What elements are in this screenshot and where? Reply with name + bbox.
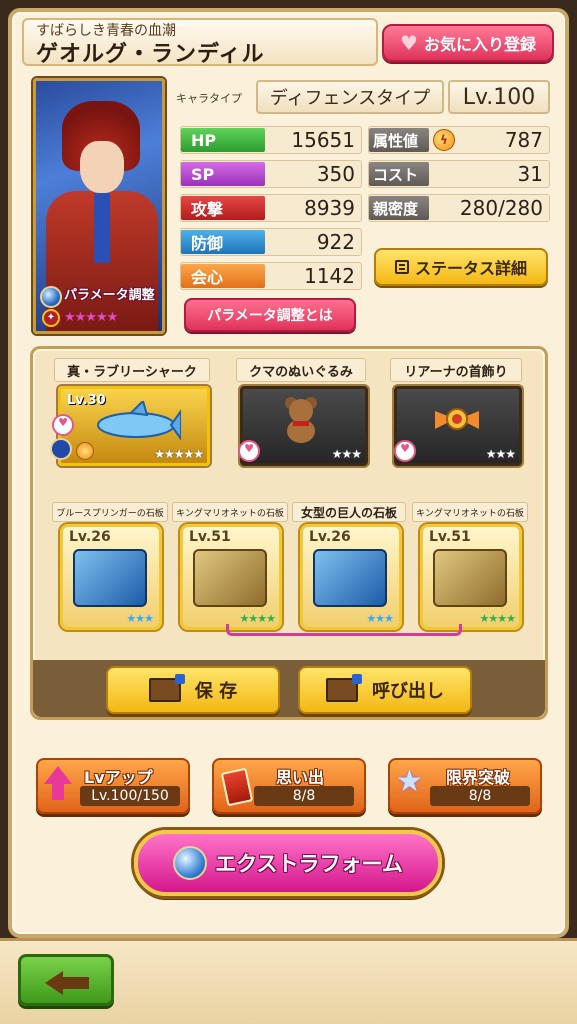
board-load-icon bbox=[326, 674, 362, 702]
equip-stars: ★★★ bbox=[485, 447, 516, 461]
stat-value: 280/280 bbox=[459, 196, 543, 220]
stone-level: Lv.26 bbox=[69, 529, 111, 545]
heart-icon: ♥ bbox=[400, 31, 418, 55]
stat-label: 攻撃 bbox=[181, 196, 265, 220]
limit-break-button[interactable]: ★ 限界突破 8/8 bbox=[388, 758, 542, 814]
stat-row-element: 属性値 ϟ 787 bbox=[368, 126, 550, 154]
stone-level: Lv.51 bbox=[429, 529, 471, 545]
stone-slot-1[interactable]: Lv.26 ★★★ bbox=[60, 524, 162, 630]
stat-value: 8939 bbox=[304, 196, 355, 220]
stat-row-critical: 会心 1142 bbox=[180, 262, 362, 290]
stat-label: 属性値 bbox=[369, 128, 429, 152]
limit-break-sub: 8/8 bbox=[430, 786, 530, 806]
limit-break-title: 限界突破 bbox=[446, 768, 511, 787]
recall-label: 呼び出し bbox=[372, 681, 444, 702]
recall-button[interactable]: 呼び出し bbox=[298, 666, 472, 714]
favorite-button[interactable]: ♥ お気に入り登録 bbox=[382, 24, 554, 62]
memories-title: 思い出 bbox=[276, 768, 325, 787]
list-icon bbox=[394, 260, 409, 274]
stone-slot-4[interactable]: Lv.51 ★★★★ bbox=[420, 524, 522, 630]
shark-icon bbox=[97, 401, 181, 441]
lock-heart-icon: ♥ bbox=[52, 414, 74, 436]
stone-name: キングマリオネットの石板 bbox=[412, 502, 528, 522]
necklace-icon bbox=[435, 408, 479, 430]
lock-heart-icon: ♥ bbox=[238, 440, 260, 462]
status-detail-label: ステータス詳細 bbox=[414, 259, 527, 278]
memories-sub: 8/8 bbox=[254, 786, 354, 806]
stat-label: HP bbox=[181, 128, 265, 152]
level-up-sub: Lv.100/150 bbox=[80, 786, 180, 806]
memories-button[interactable]: 思い出 8/8 bbox=[212, 758, 366, 814]
stone-stars: ★★★★ bbox=[479, 612, 516, 625]
stone-art-blue bbox=[313, 549, 387, 607]
extra-form-button[interactable]: エクストラフォーム bbox=[134, 830, 442, 896]
stat-value: 350 bbox=[316, 162, 355, 186]
portrait-face bbox=[80, 141, 124, 193]
level-up-title: Lvアップ bbox=[84, 768, 153, 787]
stone-art-blue bbox=[73, 549, 147, 607]
arrow-up-stem bbox=[52, 784, 64, 800]
equip-name: 真・ラブリーシャーク bbox=[54, 358, 210, 382]
stat-row-attack: 攻撃 8939 bbox=[180, 194, 362, 222]
stat-label: コスト bbox=[369, 162, 429, 186]
status-detail-button[interactable]: ステータス詳細 bbox=[374, 248, 548, 286]
stone-slot-2[interactable]: Lv.51 ★★★★ bbox=[180, 524, 282, 630]
back-button[interactable] bbox=[18, 954, 114, 1006]
save-button[interactable]: 保 存 bbox=[106, 666, 280, 714]
lock-heart-icon: ♥ bbox=[394, 440, 416, 462]
card-icon bbox=[220, 767, 254, 807]
character-name: ゲオルグ・ランディル bbox=[36, 42, 265, 67]
star-icon: ★ bbox=[396, 764, 423, 799]
favorite-label: お気に入り登録 bbox=[423, 35, 536, 54]
stone-name: ブルースプリンガーの石板 bbox=[52, 502, 168, 522]
type-label: キャラタイプ bbox=[176, 92, 242, 105]
stat-value: 15651 bbox=[291, 128, 355, 152]
board-save-icon bbox=[148, 674, 185, 702]
param-adjust-tag: パラメータ調整 bbox=[64, 288, 155, 303]
stat-value: 922 bbox=[316, 230, 355, 254]
stone-name: キングマリオネットの石板 bbox=[172, 502, 288, 522]
skill-orb-icon bbox=[50, 438, 72, 460]
stat-value: 787 bbox=[504, 128, 543, 152]
extra-form-label: エクストラフォーム bbox=[215, 852, 403, 876]
stat-row-cost: コスト 31 bbox=[368, 160, 550, 188]
stone-art-bronze bbox=[193, 549, 267, 607]
stat-row-intimacy: 親密度 280/280 bbox=[368, 194, 550, 222]
back-arrow-stem bbox=[61, 977, 89, 989]
stone-level: Lv.51 bbox=[189, 529, 231, 545]
stat-label: 防御 bbox=[181, 230, 265, 254]
orb-icon bbox=[173, 846, 208, 880]
equip-stars: ★★★★★ bbox=[154, 447, 204, 461]
stone-name: 女型の巨人の石板 bbox=[292, 502, 406, 522]
stone-art-bronze bbox=[433, 549, 507, 607]
lightning-element-icon bbox=[76, 442, 94, 460]
stone-stars: ★★★ bbox=[126, 612, 154, 625]
rarity-stars: ★★★★★ bbox=[64, 310, 118, 325]
level-up-button[interactable]: Lvアップ Lv.100/150 bbox=[36, 758, 190, 814]
rarity-badge-icon: ✦ bbox=[42, 309, 60, 327]
stat-row-hp: HP 15651 bbox=[180, 126, 362, 154]
lightning-element-icon: ϟ bbox=[433, 129, 455, 151]
equip-name: クマのぬいぐるみ bbox=[236, 358, 366, 382]
stat-row-defense: 防御 922 bbox=[180, 228, 362, 256]
stone-link-indicator bbox=[226, 624, 462, 636]
equip-name: リアーナの首飾り bbox=[390, 358, 522, 382]
stone-level: Lv.26 bbox=[309, 529, 351, 545]
stone-slot-3[interactable]: Lv.26 ★★★ bbox=[300, 524, 402, 630]
teddy-bear-icon bbox=[285, 397, 317, 443]
stat-label: SP bbox=[181, 162, 265, 186]
arrow-up-icon bbox=[44, 766, 72, 784]
type-value: ディフェンスタイプ bbox=[256, 80, 444, 114]
stat-value: 1142 bbox=[304, 264, 355, 288]
stat-value: 31 bbox=[517, 162, 543, 186]
stat-label: 会心 bbox=[181, 264, 265, 288]
level-value: Lv.100 bbox=[448, 80, 550, 114]
param-adjust-info-button[interactable]: パラメータ調整とは bbox=[184, 298, 356, 332]
equip-stars: ★★★ bbox=[331, 447, 362, 461]
portrait-tie bbox=[94, 193, 110, 263]
save-label: 保 存 bbox=[194, 681, 238, 702]
stat-row-sp: SP 350 bbox=[180, 160, 362, 188]
stat-label: 親密度 bbox=[369, 196, 429, 220]
